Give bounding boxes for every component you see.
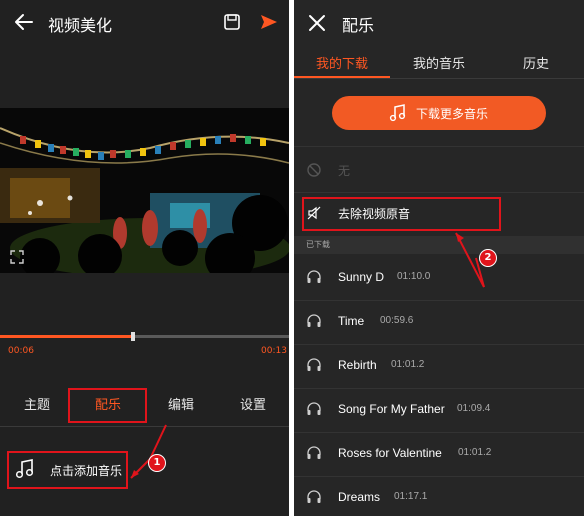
music-picker-screen: 配乐 我的下载 我的音乐 历史 下载更多音乐 无 去除视频原音 已下载 Sunn… <box>294 0 584 516</box>
annotation-arrow-2 <box>455 232 485 288</box>
annotation-arrow-1 <box>130 424 167 479</box>
video-editor-screen: 视频美化 00:06 00:13 主题 配乐 编辑 设置 点击添加音乐 1 <box>0 0 289 516</box>
step-badge-2: 2 <box>479 249 497 267</box>
step-badge-1: 1 <box>148 454 166 472</box>
